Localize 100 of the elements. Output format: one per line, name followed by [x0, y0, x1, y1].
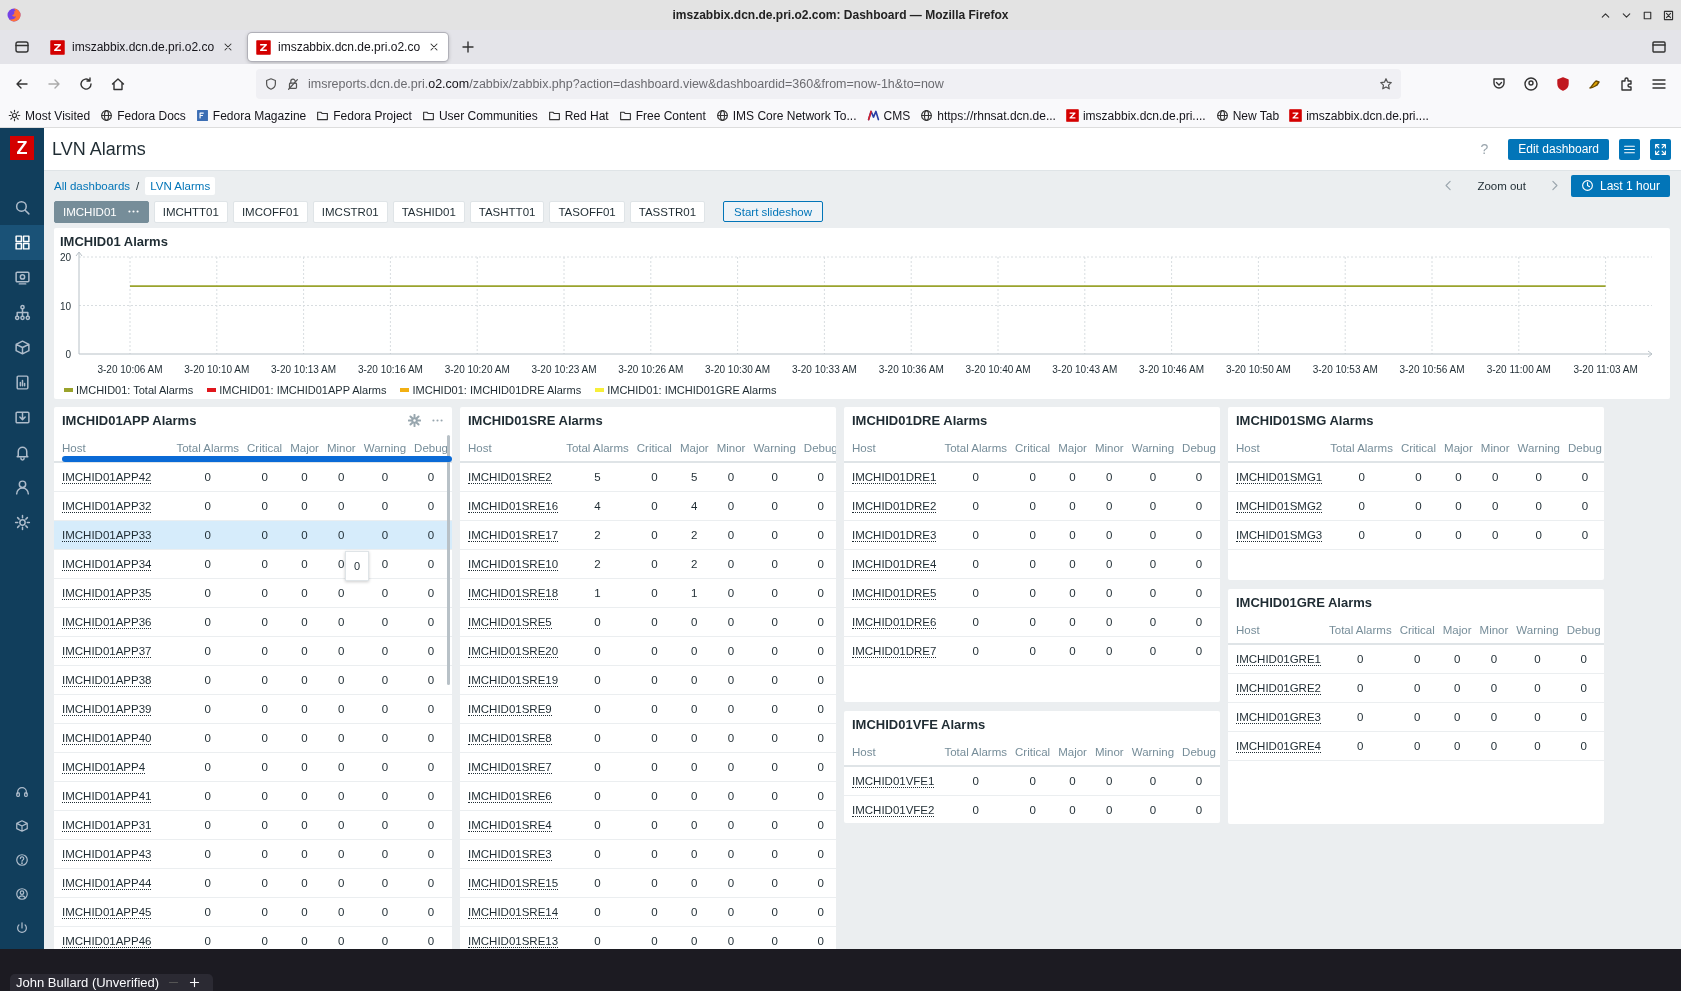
- host-link[interactable]: IMCHID01SRE14: [468, 906, 559, 919]
- close-icon[interactable]: [428, 41, 440, 53]
- host-link[interactable]: IMCHID01DRE5: [852, 587, 937, 600]
- host-link[interactable]: IMCHID01SRE2: [468, 471, 552, 484]
- edit-dashboard-button[interactable]: Edit dashboard: [1508, 138, 1609, 160]
- host-link[interactable]: IMCHID01SRE8: [468, 732, 552, 745]
- cube-icon[interactable]: [15, 819, 29, 833]
- host-link[interactable]: IMCHID01APP45: [62, 906, 152, 919]
- host-link[interactable]: IMCHID01GRE1: [1236, 653, 1321, 666]
- time-period-button[interactable]: Last 1 hour: [1570, 174, 1670, 197]
- account-icon[interactable]: [1523, 76, 1539, 92]
- dashboard-tab[interactable]: IMCHTT01: [153, 200, 228, 223]
- logo[interactable]: Z: [10, 136, 34, 160]
- host-link[interactable]: IMCHID01SRE3: [468, 848, 552, 861]
- bookmark[interactable]: Fedora Docs: [100, 108, 186, 123]
- dashboard-tab[interactable]: TASOFF01: [549, 200, 625, 223]
- browser-tab[interactable]: imszabbix.dcn.de.pri.o2.co: [248, 33, 448, 61]
- host-link[interactable]: IMCHID01GRE2: [1236, 682, 1321, 695]
- host-link[interactable]: IMCHID01APP40: [62, 732, 152, 745]
- host-link[interactable]: IMCHID01SRE19: [468, 674, 559, 687]
- dashboard-tab[interactable]: IMCSTR01: [312, 200, 388, 223]
- host-link[interactable]: IMCHID01SMG1: [1236, 471, 1323, 484]
- host-link[interactable]: IMCHID01SRE16: [468, 500, 559, 513]
- star-icon[interactable]: [1379, 77, 1393, 91]
- breadcrumb-link[interactable]: All dashboards: [54, 179, 131, 192]
- host-link[interactable]: IMCHID01APP44: [62, 877, 152, 890]
- bookmark[interactable]: User Communities: [421, 108, 538, 123]
- browser-tab[interactable]: imszabbix.dcn.de.pri.o2.co: [42, 33, 242, 61]
- host-link[interactable]: IMCHID01SMG3: [1236, 529, 1323, 542]
- scrollbar[interactable]: [447, 435, 450, 685]
- bookmark[interactable]: Red Hat: [547, 108, 609, 123]
- reload-icon[interactable]: [78, 76, 94, 92]
- breadcrumb-link[interactable]: LVN Alarms: [145, 176, 216, 195]
- host-link[interactable]: IMCHID01APP38: [62, 674, 152, 687]
- host-link[interactable]: IMCHID01GRE4: [1236, 740, 1321, 753]
- host-link[interactable]: IMCHID01APP32: [62, 500, 152, 513]
- table-row[interactable]: IMCHID01APP33 0 0 0 0 0 0: [54, 520, 452, 550]
- bookmark[interactable]: New Tab: [1215, 108, 1280, 123]
- bookmark[interactable]: imszabbix.dcn.de.pri....: [1065, 108, 1206, 123]
- dashboard-tab[interactable]: TASSTR01: [629, 200, 706, 223]
- host-link[interactable]: IMCHID01SRE7: [468, 761, 552, 774]
- shield-icon[interactable]: [1555, 76, 1571, 92]
- plus-icon[interactable]: [188, 976, 202, 989]
- dashboard-tab[interactable]: TASHID01: [392, 200, 465, 223]
- host-link[interactable]: IMCHID01SRE20: [468, 645, 559, 658]
- host-link[interactable]: IMCHID01SRE6: [468, 790, 552, 803]
- home-icon[interactable]: [110, 76, 126, 92]
- host-link[interactable]: IMCHID01VFE1: [852, 775, 935, 788]
- bookmark[interactable]: imszabbix.dcn.de.pri....: [1289, 108, 1429, 123]
- bookmark[interactable]: Free Content: [618, 108, 706, 123]
- user-tab[interactable]: John Bullard (Unverified): [10, 974, 214, 991]
- host-link[interactable]: IMCHID01DRE1: [852, 471, 937, 484]
- host-link[interactable]: IMCHID01VFE2: [852, 804, 935, 817]
- host-link[interactable]: IMCHID01APP4: [62, 761, 146, 774]
- host-link[interactable]: IMCHID01DRE6: [852, 616, 937, 629]
- host-link[interactable]: IMCHID01DRE4: [852, 558, 937, 571]
- host-link[interactable]: IMCHID01APP35: [62, 587, 152, 600]
- dashboard-tab[interactable]: TASHTT01: [469, 200, 545, 223]
- window-icon[interactable]: [1651, 39, 1667, 55]
- bookmark[interactable]: Fedora Magazine: [195, 108, 307, 123]
- host-link[interactable]: IMCHID01SRE13: [468, 935, 559, 948]
- bookmark[interactable]: IMS Core Network To...: [715, 108, 857, 123]
- menu-item[interactable]: [0, 225, 44, 260]
- menu-icon[interactable]: [1651, 76, 1667, 92]
- user-icon[interactable]: [15, 887, 29, 901]
- host-link[interactable]: IMCHID01SRE10: [468, 558, 559, 571]
- host-link[interactable]: IMCHID01APP39: [62, 703, 152, 716]
- host-link[interactable]: IMCHID01SRE9: [468, 703, 552, 716]
- zoom-out-button[interactable]: Zoom out: [1477, 179, 1526, 192]
- close-icon[interactable]: [1662, 8, 1675, 22]
- host-link[interactable]: IMCHID01APP34: [62, 558, 152, 571]
- host-link[interactable]: IMCHID01SRE17: [468, 529, 559, 542]
- host-link[interactable]: IMCHID01APP31: [62, 819, 152, 832]
- host-link[interactable]: IMCHID01APP42: [62, 471, 152, 484]
- bookmark[interactable]: Most Visited: [8, 108, 91, 123]
- host-link[interactable]: IMCHID01APP36: [62, 616, 152, 629]
- fullscreen-button[interactable]: [1650, 138, 1671, 160]
- bookmark[interactable]: Fedora Project: [316, 108, 412, 123]
- host-link[interactable]: IMCHID01SRE15: [468, 877, 559, 890]
- host-link[interactable]: IMCHID01SMG2: [1236, 500, 1323, 513]
- host-link[interactable]: IMCHID01SRE18: [468, 587, 559, 600]
- host-link[interactable]: IMCHID01DRE7: [852, 645, 937, 658]
- power-icon[interactable]: [15, 921, 29, 935]
- close-icon[interactable]: [222, 41, 234, 53]
- host-link[interactable]: IMCHID01SRE4: [468, 819, 552, 832]
- host-link[interactable]: IMCHID01APP43: [62, 848, 152, 861]
- help-icon[interactable]: [15, 853, 29, 867]
- tab-list-icon[interactable]: [14, 39, 30, 55]
- host-link[interactable]: IMCHID01DRE3: [852, 529, 937, 542]
- headset-icon[interactable]: [15, 785, 29, 799]
- host-link[interactable]: IMCHID01SRE5: [468, 616, 552, 629]
- host-link[interactable]: IMCHID01APP41: [62, 790, 152, 803]
- slideshow-button[interactable]: Start slideshow: [723, 201, 824, 222]
- host-link[interactable]: IMCHID01APP37: [62, 645, 152, 658]
- address-bar[interactable]: imsreports.dcn.de.pri.o2.com/zabbix/zabbix.php?action=dashboard.view&dashboardid=360&from=now-1h&to=now: [256, 69, 1401, 99]
- puzzle-icon[interactable]: [1619, 76, 1635, 92]
- menu-button[interactable]: [1619, 138, 1640, 160]
- host-link[interactable]: IMCHID01APP46: [62, 935, 152, 948]
- bookmark[interactable]: CMS: [866, 108, 911, 123]
- dashboard-tab[interactable]: IMCOFF01: [232, 200, 308, 223]
